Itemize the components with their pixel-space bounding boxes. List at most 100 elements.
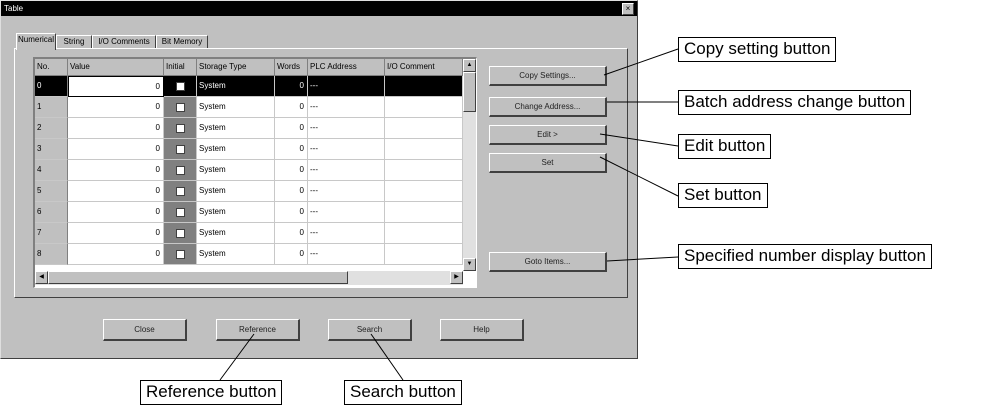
words-cell[interactable]: 0 xyxy=(275,202,308,223)
io-comment-cell[interactable] xyxy=(385,223,463,244)
value-cell[interactable]: 0 xyxy=(68,181,164,202)
search-button[interactable]: Search xyxy=(328,319,412,341)
tab-numerical[interactable]: Numerical xyxy=(16,33,56,50)
io-comment-cell[interactable] xyxy=(385,202,463,223)
tab-io-comments[interactable]: I/O Comments xyxy=(92,35,156,48)
horizontal-scrollbar[interactable]: ◀ ▶ xyxy=(35,271,463,285)
initial-checkbox[interactable] xyxy=(175,249,185,259)
initial-checkbox[interactable] xyxy=(175,102,185,112)
header-io-comment[interactable]: I/O Comment xyxy=(385,59,463,76)
change-address-button[interactable]: Change Address... xyxy=(489,97,607,117)
value-cell[interactable]: 0 xyxy=(68,223,164,244)
vertical-scrollbar[interactable]: ▲ ▼ xyxy=(463,59,476,271)
scroll-left-icon[interactable]: ◀ xyxy=(35,271,48,284)
initial-cell[interactable] xyxy=(164,97,197,118)
value-cell[interactable]: 0 xyxy=(68,76,164,97)
vertical-scroll-thumb[interactable] xyxy=(463,72,476,112)
storage-type-cell[interactable]: System xyxy=(197,202,275,223)
help-button[interactable]: Help xyxy=(440,319,524,341)
plc-address-cell[interactable]: --- xyxy=(308,139,385,160)
words-cell[interactable]: 0 xyxy=(275,97,308,118)
words-cell[interactable]: 0 xyxy=(275,76,308,97)
initial-cell[interactable] xyxy=(164,139,197,160)
scroll-up-icon[interactable]: ▲ xyxy=(463,59,476,72)
tab-bit-memory[interactable]: Bit Memory xyxy=(156,35,208,48)
set-button[interactable]: Set xyxy=(489,153,607,173)
storage-type-cell[interactable]: System xyxy=(197,97,275,118)
words-cell[interactable]: 0 xyxy=(275,139,308,160)
table-row[interactable]: 6 0 System 0 --- xyxy=(35,202,463,223)
initial-cell[interactable] xyxy=(164,223,197,244)
value-cell[interactable]: 0 xyxy=(68,118,164,139)
header-no[interactable]: No. xyxy=(35,59,68,76)
storage-type-cell[interactable]: System xyxy=(197,244,275,265)
table-row[interactable]: 5 0 System 0 --- xyxy=(35,181,463,202)
scroll-down-icon[interactable]: ▼ xyxy=(463,258,476,271)
io-comment-cell[interactable] xyxy=(385,97,463,118)
plc-address-cell[interactable]: --- xyxy=(308,118,385,139)
words-cell[interactable]: 0 xyxy=(275,244,308,265)
table-row[interactable]: 3 0 System 0 --- xyxy=(35,139,463,160)
initial-cell[interactable] xyxy=(164,76,197,97)
storage-type-cell[interactable]: System xyxy=(197,160,275,181)
edit-button[interactable]: Edit > xyxy=(489,125,607,145)
table-row[interactable]: 0 0 System 0 --- xyxy=(35,76,463,97)
scroll-right-icon[interactable]: ▶ xyxy=(450,271,463,284)
close-icon[interactable]: × xyxy=(622,3,634,15)
initial-cell[interactable] xyxy=(164,244,197,265)
initial-cell[interactable] xyxy=(164,202,197,223)
header-words[interactable]: Words xyxy=(275,59,308,76)
goto-items-button[interactable]: Goto Items... xyxy=(489,252,607,272)
initial-cell[interactable] xyxy=(164,160,197,181)
initial-cell[interactable] xyxy=(164,181,197,202)
plc-address-cell[interactable]: --- xyxy=(308,76,385,97)
reference-button[interactable]: Reference xyxy=(216,319,300,341)
words-cell[interactable]: 0 xyxy=(275,223,308,244)
plc-address-cell[interactable]: --- xyxy=(308,223,385,244)
horizontal-scroll-thumb[interactable] xyxy=(48,271,348,284)
initial-checkbox[interactable] xyxy=(175,207,185,217)
copy-settings-button[interactable]: Copy Settings... xyxy=(489,66,607,86)
initial-cell[interactable] xyxy=(164,118,197,139)
header-value[interactable]: Value xyxy=(68,59,164,76)
close-button[interactable]: Close xyxy=(103,319,187,341)
value-cell[interactable]: 0 xyxy=(68,139,164,160)
plc-address-cell[interactable]: --- xyxy=(308,97,385,118)
header-initial[interactable]: Initial xyxy=(164,59,197,76)
storage-type-cell[interactable]: System xyxy=(197,223,275,244)
initial-checkbox[interactable] xyxy=(175,228,185,238)
value-cell[interactable]: 0 xyxy=(68,97,164,118)
storage-type-cell[interactable]: System xyxy=(197,118,275,139)
io-comment-cell[interactable] xyxy=(385,139,463,160)
io-comment-cell[interactable] xyxy=(385,244,463,265)
table-row[interactable]: 8 0 System 0 --- xyxy=(35,244,463,265)
initial-checkbox[interactable] xyxy=(175,186,185,196)
initial-checkbox[interactable] xyxy=(175,144,185,154)
plc-address-cell[interactable]: --- xyxy=(308,244,385,265)
plc-address-cell[interactable]: --- xyxy=(308,202,385,223)
table-row[interactable]: 7 0 System 0 --- xyxy=(35,223,463,244)
value-cell[interactable]: 0 xyxy=(68,202,164,223)
storage-type-cell[interactable]: System xyxy=(197,76,275,97)
table-row[interactable]: 2 0 System 0 --- xyxy=(35,118,463,139)
words-cell[interactable]: 0 xyxy=(275,181,308,202)
io-comment-cell[interactable] xyxy=(385,76,463,97)
io-comment-cell[interactable] xyxy=(385,160,463,181)
value-cell[interactable]: 0 xyxy=(68,244,164,265)
storage-type-cell[interactable]: System xyxy=(197,181,275,202)
plc-address-cell[interactable]: --- xyxy=(308,181,385,202)
storage-type-cell[interactable]: System xyxy=(197,139,275,160)
header-plc-address[interactable]: PLC Address xyxy=(308,59,385,76)
initial-checkbox[interactable] xyxy=(175,165,185,175)
value-cell[interactable]: 0 xyxy=(68,160,164,181)
io-comment-cell[interactable] xyxy=(385,118,463,139)
io-comment-cell[interactable] xyxy=(385,181,463,202)
table-row[interactable]: 1 0 System 0 --- xyxy=(35,97,463,118)
words-cell[interactable]: 0 xyxy=(275,160,308,181)
words-cell[interactable]: 0 xyxy=(275,118,308,139)
initial-checkbox[interactable] xyxy=(175,123,185,133)
plc-address-cell[interactable]: --- xyxy=(308,160,385,181)
header-storage-type[interactable]: Storage Type xyxy=(197,59,275,76)
table-row[interactable]: 4 0 System 0 --- xyxy=(35,160,463,181)
initial-checkbox[interactable] xyxy=(175,81,185,91)
